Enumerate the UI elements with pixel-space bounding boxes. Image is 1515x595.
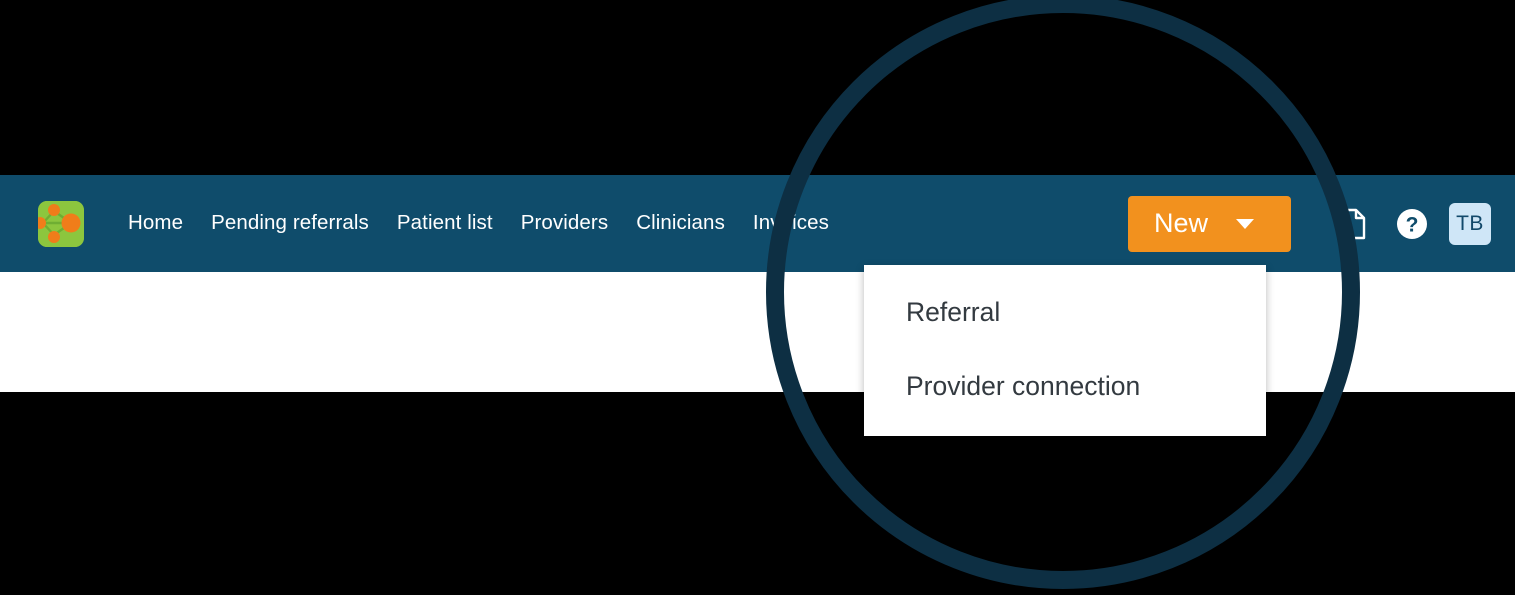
user-avatar[interactable]: TB xyxy=(1449,202,1491,245)
nav-link-pending-referrals[interactable]: Pending referrals xyxy=(197,213,383,234)
nav-link-providers[interactable]: Providers xyxy=(507,213,623,234)
menu-item-provider-connection[interactable]: Provider connection xyxy=(864,343,1266,417)
nav-link-home[interactable]: Home xyxy=(114,213,197,234)
primary-nav: Home Pending referrals Patient list Prov… xyxy=(114,213,843,234)
svg-text:?: ? xyxy=(1406,213,1419,236)
help-question-icon[interactable]: ? xyxy=(1385,197,1439,251)
new-button[interactable]: New xyxy=(1128,195,1291,252)
nav-link-clinicians[interactable]: Clinicians xyxy=(622,213,739,234)
document-icon[interactable] xyxy=(1325,197,1379,251)
brand-logo[interactable] xyxy=(38,200,84,247)
menu-item-referral[interactable]: Referral xyxy=(864,281,1266,343)
screenshot-stage: Home Pending referrals Patient list Prov… xyxy=(0,0,1515,595)
nav-link-patient-list[interactable]: Patient list xyxy=(383,213,507,234)
new-dropdown-menu: Referral Provider connection xyxy=(864,265,1266,436)
top-navbar: Home Pending referrals Patient list Prov… xyxy=(0,175,1515,272)
page-content-band xyxy=(0,272,1515,392)
nav-link-invoices[interactable]: Invoices xyxy=(739,213,843,234)
new-button-label: New xyxy=(1154,208,1209,238)
chevron-down-icon xyxy=(1236,218,1255,229)
navbar-actions: New ? TB xyxy=(1128,195,1491,252)
